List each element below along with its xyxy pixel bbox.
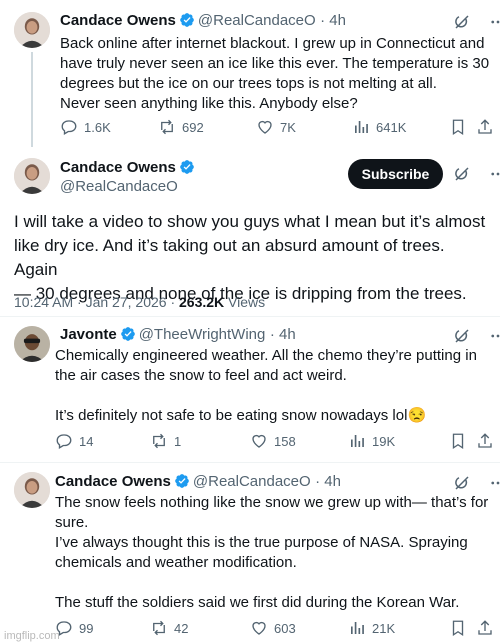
main-views-label: Views: [224, 294, 266, 310]
display-name[interactable]: Javonte: [60, 326, 117, 343]
views-count: 21K: [372, 620, 396, 636]
reply-count: 14: [79, 433, 94, 449]
more-icon[interactable]: [488, 12, 500, 32]
views-count: 641K: [376, 119, 407, 135]
grok-icon[interactable]: [452, 12, 472, 32]
display-name[interactable]: Candace Owens: [55, 473, 171, 490]
action-bar: 1.6K 692 7K 641K: [0, 118, 500, 138]
main-tweet-text: I will take a video to show you guys wha…: [14, 210, 490, 306]
like-count: 603: [274, 620, 296, 636]
tweet-top-icons: [452, 326, 500, 346]
handle[interactable]: @RealCandaceO: [60, 178, 178, 195]
like-count: 7K: [280, 119, 296, 135]
main-timestamp[interactable]: 10:24 AM · Jan 27, 2026 ·: [14, 294, 179, 310]
more-icon[interactable]: [488, 164, 500, 184]
tweet-line: sure.: [55, 514, 89, 531]
repost-button[interactable]: 42: [150, 619, 188, 637]
repost-button[interactable]: 692: [158, 118, 204, 136]
tweet-line: the air cases the snow to feel and act w…: [55, 367, 347, 384]
tweet-line: like dry ice. And it’s taking out an abs…: [14, 236, 445, 279]
repost-count: 692: [182, 119, 204, 135]
verified-badge-icon: [179, 159, 195, 175]
timestamp[interactable]: · 4h: [320, 12, 346, 29]
reply-button[interactable]: 1.6K: [60, 118, 111, 136]
handle[interactable]: @RealCandaceO: [193, 473, 311, 490]
bookmark-icon[interactable]: [449, 619, 467, 637]
display-name[interactable]: Candace Owens: [60, 12, 176, 29]
more-icon[interactable]: [488, 473, 500, 493]
timestamp[interactable]: · 4h: [270, 326, 296, 343]
handle[interactable]: @RealCandaceO: [198, 12, 316, 29]
grok-icon[interactable]: [452, 473, 472, 493]
tweet-line: Back online after internet blackout. I g…: [60, 35, 485, 52]
grok-icon[interactable]: [452, 326, 472, 346]
handle[interactable]: @TheeWrightWing: [139, 326, 266, 343]
divider: [0, 462, 500, 463]
main-top-icons: [452, 164, 500, 184]
action-bar: 14 1 158 19K: [0, 432, 500, 452]
tweet-line: Chemically engineered weather. All the c…: [55, 347, 477, 364]
reply-count: 99: [79, 620, 94, 636]
tweet-top-icons: [452, 473, 500, 493]
share-icon[interactable]: [476, 118, 494, 136]
share-icon[interactable]: [476, 432, 494, 450]
views-button[interactable]: 19K: [348, 432, 395, 450]
reply-button[interactable]: 14: [55, 432, 93, 450]
main-views-count: 263.2K: [179, 294, 225, 310]
verified-badge-icon: [174, 473, 190, 489]
tweet-line: The stuff the soldiers said we first did…: [55, 594, 460, 611]
share-icon[interactable]: [476, 619, 494, 637]
bookmark-icon[interactable]: [449, 432, 467, 450]
tweet-line: degrees but the ice on our trees tops is…: [60, 75, 437, 92]
tweet-header: Javonte @TheeWrightWing · 4h: [60, 326, 296, 344]
views-button[interactable]: 21K: [348, 619, 395, 637]
bookmark-icon[interactable]: [449, 118, 467, 136]
subscribe-button[interactable]: Subscribe: [348, 159, 443, 189]
tweet-line: chemicals and weather modification.: [55, 554, 297, 571]
avatar[interactable]: [14, 326, 50, 362]
like-count: 158: [274, 433, 296, 449]
reply-count: 1.6K: [84, 119, 111, 135]
tweet-header: Candace Owens @RealCandaceO · 4h: [55, 473, 341, 491]
views-count: 19K: [372, 433, 396, 449]
tweet-line: Never seen anything like this. Anybody e…: [60, 95, 358, 112]
like-button[interactable]: 7K: [256, 118, 296, 136]
tweet-top-icons: [452, 12, 500, 32]
tweet-line: [55, 386, 490, 406]
avatar[interactable]: [14, 12, 50, 48]
main-tweet-header: Candace Owens: [60, 159, 198, 177]
avatar[interactable]: [14, 158, 50, 194]
tweet-line: [55, 573, 490, 593]
watermark: imgflip.com: [4, 630, 60, 642]
verified-badge-icon: [120, 326, 136, 342]
tweet-text: Back online after internet blackout. I g…: [60, 34, 490, 114]
like-button[interactable]: 158: [250, 432, 296, 450]
tweet-text: The snow feels nothing like the snow we …: [55, 493, 490, 613]
grok-icon[interactable]: [452, 164, 472, 184]
tweet-header: Candace Owens @RealCandaceO · 4h: [60, 12, 346, 30]
tweet-line: have truly never seen an ice like this e…: [60, 55, 490, 72]
repost-count: 42: [174, 620, 189, 636]
tweet-line: I will take a video to show you guys wha…: [14, 212, 486, 231]
reply-button[interactable]: 99: [55, 619, 93, 637]
timestamp[interactable]: · 4h: [315, 473, 341, 490]
action-bar: 99 42 603 21K: [0, 619, 500, 639]
avatar[interactable]: [14, 472, 50, 508]
more-icon[interactable]: [488, 326, 500, 346]
display-name[interactable]: Candace Owens: [60, 159, 176, 176]
repost-count: 1: [174, 433, 182, 449]
divider: [0, 316, 500, 317]
like-button[interactable]: 603: [250, 619, 296, 637]
tweet-line: It’s definitely not safe to be eating sn…: [55, 407, 427, 424]
views-button[interactable]: 641K: [352, 118, 406, 136]
tweet-meta: 10:24 AM · Jan 27, 2026 · 263.2K Views: [14, 294, 265, 310]
tweet-line: The snow feels nothing like the snow we …: [55, 494, 489, 511]
tweet-text: Chemically engineered weather. All the c…: [55, 346, 490, 426]
repost-button[interactable]: 1: [150, 432, 181, 450]
verified-badge-icon: [179, 12, 195, 28]
tweet-line: I’ve always thought this is the true pur…: [55, 534, 468, 551]
